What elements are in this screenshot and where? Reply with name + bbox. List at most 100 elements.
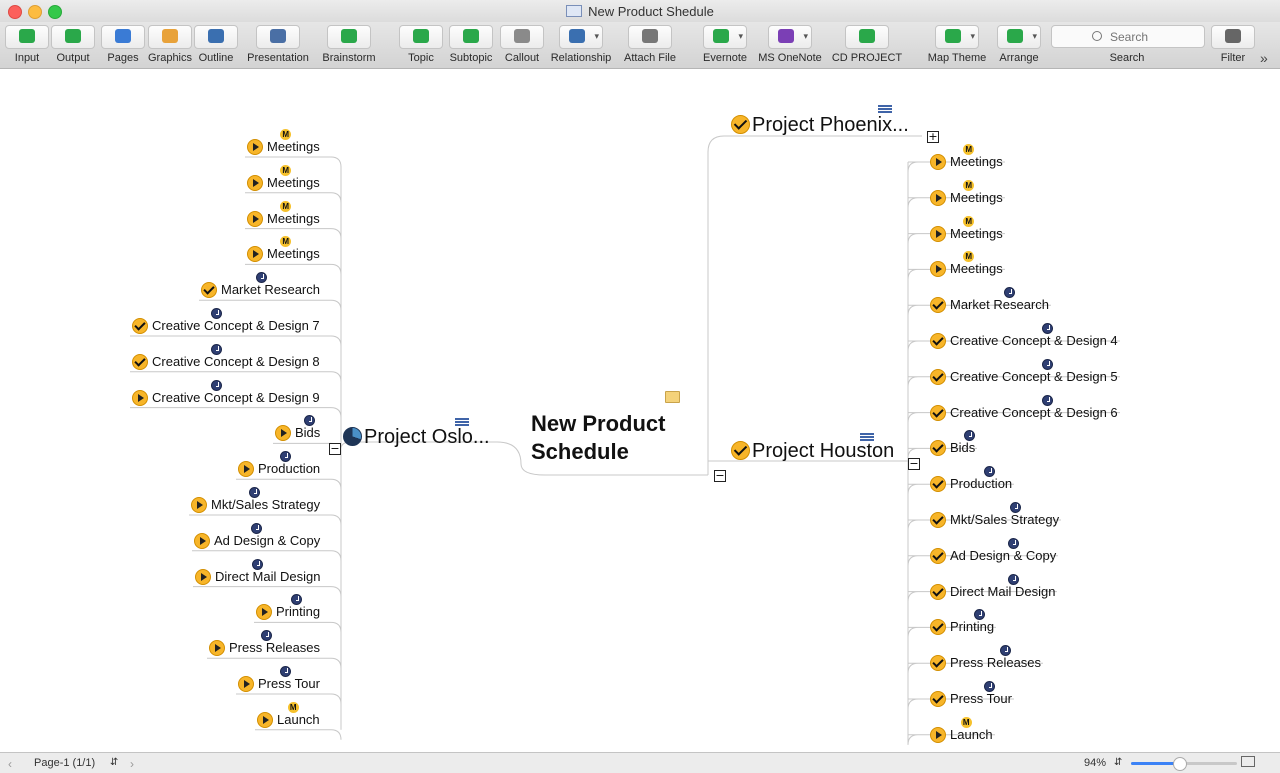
- expand-toggle-phoenix[interactable]: +: [927, 131, 939, 143]
- paperclip-icon: [642, 29, 658, 43]
- subtopic-creative-concept-design-8[interactable]: Creative Concept & Design 8: [132, 353, 320, 370]
- toolbar-item-pages[interactable]: Pages: [101, 25, 145, 65]
- subtopic-button[interactable]: [449, 25, 493, 49]
- subtopic-creative-concept-design-5[interactable]: Creative Concept & Design 5: [930, 368, 1118, 385]
- collapse-toggle-houston[interactable]: −: [908, 458, 920, 470]
- topic-project-houston[interactable]: Project Houston: [731, 440, 894, 463]
- check-icon: [731, 115, 750, 134]
- toolbar-item-outline[interactable]: Outline: [194, 25, 238, 65]
- subtopic-meetings[interactable]: Meetings: [930, 225, 1003, 242]
- outline-button[interactable]: [194, 25, 238, 49]
- ms-onenote-button[interactable]: ▾: [768, 25, 812, 49]
- subtopic-ad-design-copy[interactable]: Ad Design & Copy: [930, 547, 1056, 564]
- meeting-marker-icon: M: [287, 701, 299, 713]
- central-topic[interactable]: New Product Schedule: [531, 410, 665, 466]
- notes-icon: [455, 418, 469, 427]
- fit-page-icon[interactable]: [1241, 756, 1255, 767]
- topic-button[interactable]: [399, 25, 443, 49]
- filter-button[interactable]: [1211, 25, 1255, 49]
- toolbar-item-presentation[interactable]: Presentation: [244, 25, 312, 65]
- toolbar-item-attach-file[interactable]: Attach File: [620, 25, 680, 65]
- presentation-button[interactable]: [256, 25, 300, 49]
- topic-project-phoenix[interactable]: Project Phoenix...: [731, 114, 909, 137]
- subtopic-meetings[interactable]: Meetings: [247, 174, 320, 191]
- toolbar-item-relationship[interactable]: ▾ Relationship: [548, 25, 614, 65]
- mind-map-canvas[interactable]: New Product Schedule Project Oslo... − P…: [0, 69, 1280, 752]
- search-field[interactable]: [1051, 25, 1205, 48]
- callout-button[interactable]: [500, 25, 544, 49]
- next-page-icon[interactable]: ›: [130, 757, 134, 771]
- toolbar-item-callout[interactable]: Callout: [500, 25, 544, 65]
- toolbar-item-brainstorm[interactable]: Brainstorm: [318, 25, 380, 65]
- toolbar-item-ms-onenote[interactable]: ▾ MS OneNote: [756, 25, 824, 65]
- relationship-button[interactable]: ▾: [559, 25, 603, 49]
- subtopic-production[interactable]: Production: [930, 476, 1012, 493]
- play-icon: [195, 568, 211, 585]
- subtopic-meetings[interactable]: Meetings: [930, 154, 1003, 170]
- zoom-slider-thumb[interactable]: [1172, 757, 1187, 771]
- attach-file-button[interactable]: [628, 25, 672, 49]
- subtopic-creative-concept-design-4[interactable]: Creative Concept & Design 4: [930, 333, 1118, 349]
- search-input[interactable]: [1108, 28, 1202, 46]
- toolbar-overflow-icon[interactable]: »: [1260, 50, 1268, 66]
- graphics-button[interactable]: [148, 25, 192, 49]
- subtopic-meetings[interactable]: Meetings: [247, 139, 320, 155]
- toolbar-item-output[interactable]: Output: [51, 25, 95, 65]
- output-button[interactable]: [51, 25, 95, 49]
- subtopic-press-tour[interactable]: Press Tour: [930, 691, 1012, 707]
- subtopic-ad-design-copy[interactable]: Ad Design & Copy: [194, 532, 320, 549]
- subtopic-press-tour[interactable]: Press Tour: [238, 676, 320, 692]
- subtopic-printing[interactable]: Printing: [256, 604, 320, 621]
- cd-project-button[interactable]: [845, 25, 889, 49]
- subtopic-creative-concept-design-7[interactable]: Creative Concept & Design 7: [132, 318, 320, 334]
- toolbar-item-topic[interactable]: Topic: [399, 25, 443, 65]
- subtopic-meetings[interactable]: Meetings: [247, 210, 320, 227]
- toolbar-item-evernote[interactable]: ▾ Evernote: [700, 25, 750, 65]
- page-stepper-icon[interactable]: ⇵: [110, 757, 118, 768]
- prev-page-icon[interactable]: ‹: [8, 757, 12, 771]
- subtopic-launch[interactable]: Launch: [257, 711, 320, 728]
- topic-project-oslo[interactable]: Project Oslo...: [343, 426, 490, 449]
- subtopic-label: Printing: [950, 619, 995, 635]
- brainstorm-button[interactable]: [327, 25, 371, 49]
- toolbar-item-graphics[interactable]: Graphics: [147, 25, 193, 65]
- pages-button[interactable]: [101, 25, 145, 49]
- subtopic-market-research[interactable]: Market Research: [930, 297, 1049, 314]
- subtopic-creative-concept-design-6[interactable]: Creative Concept & Design 6: [930, 404, 1118, 421]
- subtopic-mkt-sales-strategy[interactable]: Mkt/Sales Strategy: [191, 497, 320, 513]
- subtopic-meetings[interactable]: Meetings: [930, 189, 1003, 206]
- subtopic-label: Mkt/Sales Strategy: [211, 497, 321, 512]
- map-theme-button[interactable]: ▾: [935, 25, 979, 49]
- toolbar-item-filter[interactable]: Filter: [1211, 25, 1255, 65]
- toolbar-item-cd-project[interactable]: CD PROJECT: [830, 25, 904, 65]
- clock-icon: [251, 522, 263, 534]
- zoom-stepper-icon[interactable]: ⇵: [1114, 757, 1122, 768]
- subtopic-direct-mail-design[interactable]: Direct Mail Design: [930, 583, 1055, 600]
- subtopic-market-research[interactable]: Market Research: [201, 282, 320, 299]
- subtopic-mkt-sales-strategy[interactable]: Mkt/Sales Strategy: [930, 512, 1059, 528]
- toolbar-item-map-theme[interactable]: ▾ Map Theme: [924, 25, 990, 65]
- toolbar-item-arrange[interactable]: ▾ Arrange: [996, 25, 1042, 65]
- toolbar-item-subtopic[interactable]: Subtopic: [446, 25, 496, 65]
- subtopic-label: Mkt/Sales Strategy: [950, 512, 1060, 527]
- subtopic-bids[interactable]: Bids: [275, 425, 320, 442]
- subtopic-creative-concept-design-9[interactable]: Creative Concept & Design 9: [132, 389, 320, 406]
- subtopic-press-releases[interactable]: Press Releases: [930, 655, 1041, 672]
- arrange-button[interactable]: ▾: [997, 25, 1041, 49]
- subtopic-label: Press Releases: [229, 640, 321, 656]
- subtopic-meetings[interactable]: Meetings: [247, 246, 320, 263]
- input-button[interactable]: [5, 25, 49, 49]
- collapse-toggle-central[interactable]: −: [714, 470, 726, 482]
- subtopic-production[interactable]: Production: [238, 461, 320, 478]
- title-bar: New Product Shedule: [0, 0, 1280, 22]
- subtopic-direct-mail-design[interactable]: Direct Mail Design: [195, 568, 320, 585]
- subtopic-meetings[interactable]: Meetings: [930, 261, 1003, 278]
- evernote-button[interactable]: ▾: [703, 25, 747, 49]
- subtopic-launch[interactable]: Launch: [930, 726, 993, 743]
- subtopic-printing[interactable]: Printing: [930, 619, 995, 636]
- subtopic-bids[interactable]: Bids: [930, 440, 975, 457]
- collapse-toggle-oslo[interactable]: −: [329, 443, 341, 455]
- subtopic-press-releases[interactable]: Press Releases: [209, 640, 321, 657]
- toolbar-item-input[interactable]: Input: [5, 25, 49, 65]
- zoom-slider[interactable]: [1131, 757, 1237, 771]
